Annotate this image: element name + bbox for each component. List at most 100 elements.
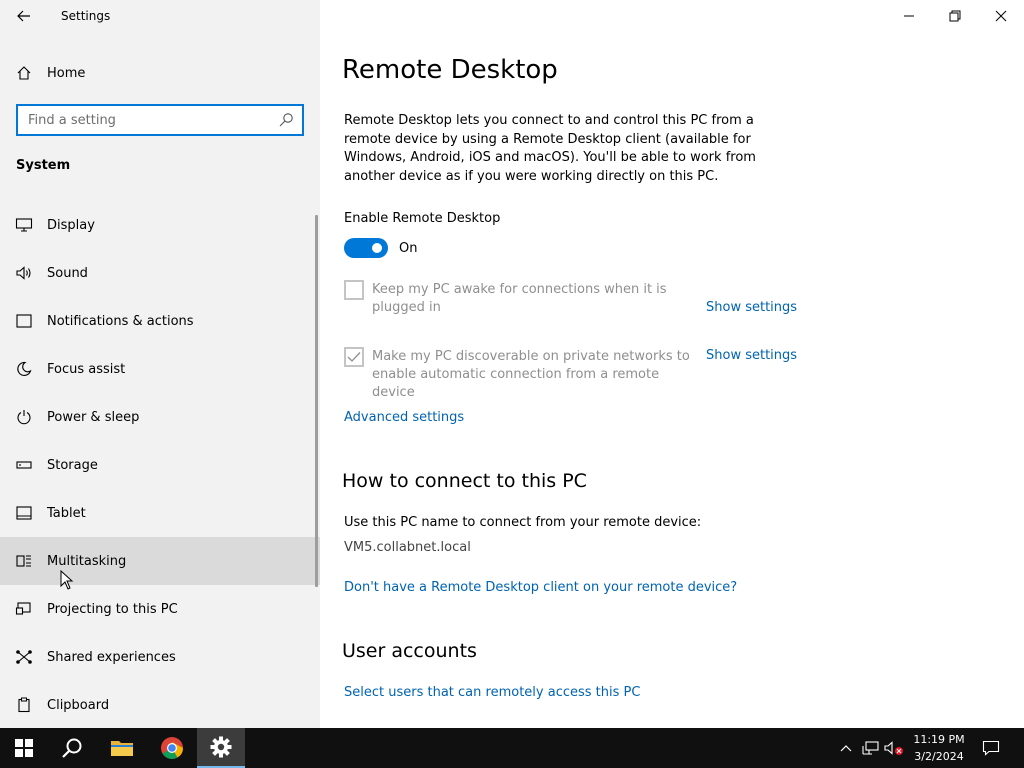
sidebar-item-label: Power & sleep (47, 409, 140, 425)
section-title: System (16, 158, 71, 173)
tablet-icon (14, 503, 34, 523)
chevron-up-icon (840, 745, 852, 752)
folder-icon (111, 741, 133, 756)
sidebar-item-home[interactable]: Home (0, 55, 320, 91)
sidebar-item-label: Shared experiences (47, 649, 176, 665)
main-content: Remote Desktop Remote Desktop lets you c… (320, 0, 1024, 728)
search-icon (62, 738, 82, 758)
chrome-icon (161, 737, 183, 759)
start-button[interactable] (0, 728, 48, 768)
speaker-icon (14, 263, 34, 283)
keep-awake-show-settings-link[interactable]: Show settings (706, 300, 797, 315)
monitor-icon (14, 215, 34, 235)
clipboard-icon (14, 695, 34, 715)
discoverable-label-line1: Make my PC discoverable on private netwo… (372, 349, 690, 364)
description-text: Remote Desktop lets you connect to and c… (344, 113, 756, 184)
keep-awake-label: Keep my PC awake for connections when it… (372, 281, 702, 317)
sidebar-item-label: Notifications & actions (47, 313, 194, 329)
discoverable-label-line2: enable automatic connection from a remot… (372, 367, 660, 400)
restore-button[interactable] (932, 0, 978, 32)
clock-date: 3/2/2024 (914, 750, 964, 763)
chrome-taskbar-button[interactable] (148, 728, 196, 768)
minimize-button[interactable] (886, 0, 932, 32)
search-taskbar-button[interactable] (48, 728, 96, 768)
network-tray-button[interactable] (861, 738, 881, 758)
toggle-knob (372, 243, 382, 253)
sidebar-item-label: Clipboard (47, 697, 110, 713)
nav-list: Display Sound Notifications & actions Fo… (0, 201, 320, 729)
keep-awake-checkbox[interactable] (344, 280, 364, 300)
network-icon (862, 741, 879, 755)
volume-muted-icon (884, 741, 903, 755)
multitasking-icon (14, 551, 34, 571)
sidebar-item-display[interactable]: Display (0, 201, 320, 249)
remote-desktop-client-link[interactable]: Don't have a Remote Desktop client on yo… (344, 580, 737, 595)
power-icon (14, 407, 34, 427)
sidebar-item-notifications[interactable]: Notifications & actions (0, 297, 320, 345)
storage-icon (14, 455, 34, 475)
back-button[interactable] (10, 4, 38, 28)
sidebar-item-power-sleep[interactable]: Power & sleep (0, 393, 320, 441)
settings-taskbar-button[interactable] (197, 728, 245, 768)
sidebar-item-shared-experiences[interactable]: Shared experiences (0, 633, 320, 681)
search-box[interactable] (16, 104, 304, 136)
sidebar-item-label: Projecting to this PC (47, 601, 178, 617)
sidebar-item-label: Multitasking (47, 553, 127, 569)
sidebar-item-storage[interactable]: Storage (0, 441, 320, 489)
sidebar-item-label: Display (47, 217, 95, 233)
sidebar-item-label: Storage (47, 457, 98, 473)
sidebar-item-focus-assist[interactable]: Focus assist (0, 345, 320, 393)
sidebar-item-label: Focus assist (47, 361, 126, 377)
clock-time: 11:19 PM (913, 733, 965, 746)
sidebar-item-label: Tablet (47, 505, 86, 521)
sidebar-item-label: Sound (47, 265, 88, 281)
title-bar-left: Settings (0, 0, 320, 32)
search-icon[interactable] (278, 112, 294, 128)
search-input[interactable] (18, 112, 268, 128)
window-controls (886, 0, 1024, 32)
user-accounts-heading: User accounts (342, 640, 477, 662)
connect-instructions-text: Use this PC name to connect from your re… (344, 515, 702, 530)
enable-remote-desktop-toggle[interactable] (344, 238, 388, 258)
sidebar-scrollbar[interactable] (315, 215, 318, 587)
how-to-connect-heading: How to connect to this PC (342, 470, 587, 492)
notification-bubble-icon (982, 740, 1000, 756)
page-title: Remote Desktop (342, 55, 558, 85)
taskbar: 11:19 PM 3/2/2024 (0, 728, 1024, 768)
pc-name-value: VM5.collabnet.local (344, 540, 471, 555)
sidebar-item-tablet[interactable]: Tablet (0, 489, 320, 537)
sidebar: Settings Home System Display Sound Notif… (0, 0, 320, 728)
taskbar-clock[interactable]: 11:19 PM 3/2/2024 (903, 731, 975, 765)
sidebar-item-clipboard[interactable]: Clipboard (0, 681, 320, 729)
gear-icon (210, 736, 232, 758)
volume-tray-button[interactable] (884, 738, 904, 758)
discoverable-checkbox[interactable] (344, 347, 364, 367)
minimize-icon (904, 15, 914, 17)
sidebar-item-projecting[interactable]: Projecting to this PC (0, 585, 320, 633)
keep-awake-label-line2: plugged in (372, 300, 441, 315)
select-users-link[interactable]: Select users that can remotely access th… (344, 685, 640, 700)
projecting-icon (14, 599, 34, 619)
close-button[interactable] (978, 0, 1024, 32)
home-icon (14, 63, 34, 83)
file-explorer-taskbar-button[interactable] (98, 728, 146, 768)
advanced-settings-link[interactable]: Advanced settings (344, 410, 464, 425)
sidebar-item-multitasking[interactable]: Multitasking (0, 537, 320, 585)
notification-icon (14, 311, 34, 331)
close-icon (995, 10, 1007, 22)
action-center-button[interactable] (981, 738, 1001, 758)
checkmark-icon (347, 352, 361, 362)
sidebar-item-sound[interactable]: Sound (0, 249, 320, 297)
enable-remote-desktop-label: Enable Remote Desktop (344, 211, 501, 226)
app-title: Settings (61, 9, 111, 23)
show-hidden-icons-button[interactable] (836, 738, 856, 758)
keep-awake-label-line1: Keep my PC awake for connections when it… (372, 282, 667, 297)
shared-icon (14, 647, 34, 667)
windows-logo-icon (15, 739, 33, 757)
moon-icon (14, 359, 34, 379)
back-arrow-icon (17, 10, 30, 22)
discoverable-show-settings-link[interactable]: Show settings (706, 348, 797, 363)
discoverable-label: Make my PC discoverable on private netwo… (372, 348, 702, 402)
toggle-state-text: On (399, 241, 418, 256)
home-label: Home (47, 65, 86, 81)
